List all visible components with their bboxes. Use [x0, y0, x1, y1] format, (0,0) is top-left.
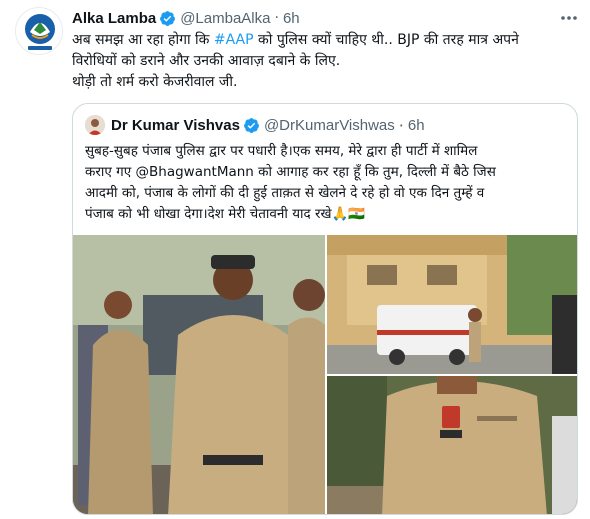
quoted-author-handle: @DrKumarVishwas — [263, 116, 395, 134]
police-vehicle-photo[interactable] — [327, 235, 577, 374]
separator-dot: · — [274, 10, 279, 26]
tweet-text-line: थोड़ी तो शर्म करो केजरीवाल जी. — [72, 74, 238, 90]
verified-badge-icon — [243, 117, 260, 134]
separator-dot: · — [398, 115, 404, 135]
party-logo-icon — [17, 9, 62, 54]
quoted-text-line: पंजाब को भी धोखा देगा।देश मेरी चेतावनी य… — [85, 206, 366, 222]
quoted-author-avatar — [85, 115, 105, 135]
quoted-tweet-time: 6h — [407, 116, 425, 134]
quoted-text-line: आदमी को, पंजाब के लोगों की दी हुई ताक़त … — [85, 185, 485, 201]
tweet-text: अब समझ आ रहा होगा कि #AAP को पुलिस क्यों… — [72, 30, 577, 93]
tweet-text-line: विरोधियों को डराने और उनकी आवाज़ दबाने क… — [72, 53, 341, 69]
tweet-text-segment: अब समझ आ रहा होगा कि — [72, 32, 214, 48]
verified-badge-icon — [159, 10, 176, 27]
quoted-tweet-header: Dr Kumar Vishvas @DrKumarVishwas · 6h — [85, 115, 425, 135]
tweet-text-segment: को पुलिस क्यों चाहिए थी.. BJP की तरह मात… — [253, 32, 519, 48]
quoted-tweet-text: सुबह-सुबह पंजाब पुलिस द्वार पर पधारी है।… — [85, 141, 569, 225]
more-options-icon[interactable] — [558, 10, 580, 26]
author-name[interactable]: Alka Lamba — [72, 10, 156, 27]
quoted-text-line: कराए गए @BhagwantMann को आगाह कर रहा हूँ… — [85, 164, 496, 180]
quoted-author-name: Dr Kumar Vishvas — [111, 116, 240, 134]
author-avatar[interactable] — [15, 7, 63, 55]
tweet[interactable]: Alka Lamba @LambaAlka · 6h अब समझ आ रहा … — [0, 0, 590, 519]
author-handle[interactable]: @LambaAlka — [180, 10, 270, 27]
tweet-header: Alka Lamba @LambaAlka · 6h — [72, 8, 300, 28]
hashtag-link[interactable]: #AAP — [214, 32, 254, 48]
quoted-text-line: सुबह-सुबह पंजाब पुलिस द्वार पर पधारी है।… — [85, 143, 478, 159]
tweet-time[interactable]: 6h — [283, 10, 300, 27]
quoted-tweet[interactable]: Dr Kumar Vishvas @DrKumarVishwas · 6h सु… — [72, 103, 578, 515]
policemen-photo[interactable] — [73, 235, 325, 514]
media-grid — [73, 235, 577, 514]
police-uniform-closeup-photo[interactable] — [327, 376, 577, 514]
tweet-text-line: अब समझ आ रहा होगा कि #AAP को पुलिस क्यों… — [72, 30, 577, 51]
